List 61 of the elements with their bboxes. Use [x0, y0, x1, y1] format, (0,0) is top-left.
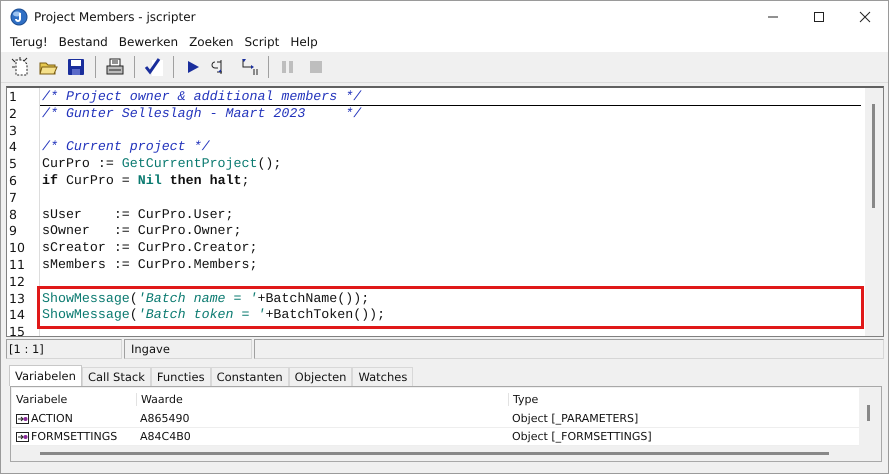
code-line: ShowMessage('Batch token = '+BatchToken());: [42, 307, 386, 324]
line-number: 2: [8, 106, 18, 123]
variable-icon: [16, 414, 29, 424]
code-line: CurPro := GetCurrentProject();: [41, 156, 282, 173]
line-number: 13: [8, 290, 26, 308]
printer-icon[interactable]: [105, 57, 125, 77]
window-title: Project Members - jscripter: [34, 10, 196, 24]
save-icon[interactable]: [66, 57, 86, 77]
code-line: sCreator := CurPro.Creator;: [41, 240, 258, 257]
line-number: 7: [8, 190, 18, 207]
variable-icon: [16, 432, 29, 442]
code-line: sMembers := CurPro.Members;: [41, 256, 258, 274]
line-number: 15: [8, 324, 26, 336]
line-number: 10: [8, 240, 26, 257]
tab[interactable]: Functies: [150, 367, 211, 386]
maximize-icon[interactable]: [813, 10, 825, 22]
line-number: 4: [8, 139, 18, 156]
table-cell: ACTION: [31, 412, 73, 425]
code-line: /* Current project */: [41, 139, 211, 156]
close-icon[interactable]: [859, 10, 871, 22]
code-line: /* Gunter Selleslagh - Maart 2023 */: [41, 106, 362, 123]
column-header[interactable]: Waarde: [136, 392, 508, 406]
table-cell-text: Object [_PARAMETERS]: [511, 412, 640, 425]
menu-item[interactable]: Zoeken: [183, 34, 239, 50]
line-number: 1: [8, 89, 18, 106]
line-number: 5: [8, 156, 18, 173]
step-over-icon[interactable]: [239, 57, 259, 77]
scrollbar[interactable]: [865, 88, 883, 336]
code-line: ShowMessage('Batch name = '+BatchName());: [42, 290, 370, 308]
tab[interactable]: Objecten: [288, 367, 352, 386]
line-number: 3: [8, 122, 18, 140]
table-cell: FORMSETTINGS: [31, 430, 118, 443]
tab[interactable]: Constanten: [210, 367, 289, 386]
table-cell-text: Object [_FORMSETTINGS]: [511, 430, 653, 443]
cursor-position: [1 : 1]: [6, 339, 122, 359]
table-cell-text: A865490: [139, 412, 191, 425]
column-header[interactable]: Variabele: [12, 392, 136, 406]
tab[interactable]: Variabelen: [9, 365, 82, 386]
menu-item[interactable]: Terug!: [4, 34, 53, 50]
line-number: 14: [8, 307, 26, 324]
checkmark-icon[interactable]: [144, 57, 164, 77]
column-header[interactable]: Type: [508, 392, 859, 406]
menu-item[interactable]: Bewerken: [112, 34, 184, 50]
line-number: 6: [8, 172, 18, 190]
code-line: /* Project owner & additional members */: [40, 89, 861, 106]
line-number: 12: [8, 274, 26, 291]
line-number: 8: [8, 206, 18, 224]
tab[interactable]: Call Stack: [82, 367, 151, 386]
table-cell-text: A84C4B0: [139, 430, 192, 443]
code-line: sOwner := CurPro.Owner;: [41, 223, 242, 240]
code-line: if CurPro = Nil then halt;: [41, 172, 251, 190]
menu-item[interactable]: Script: [238, 34, 284, 50]
menu-item[interactable]: Bestand: [52, 34, 113, 50]
app-icon: [10, 8, 28, 26]
tab[interactable]: Watches: [352, 367, 414, 386]
line-number: 9: [8, 223, 18, 240]
menu-item[interactable]: Help: [284, 34, 323, 50]
editor-mode: Ingave: [124, 339, 252, 359]
line-number: 11: [8, 256, 26, 274]
code-line: sUser := CurPro.User;: [41, 206, 235, 224]
new-file-icon[interactable]: [10, 57, 30, 77]
